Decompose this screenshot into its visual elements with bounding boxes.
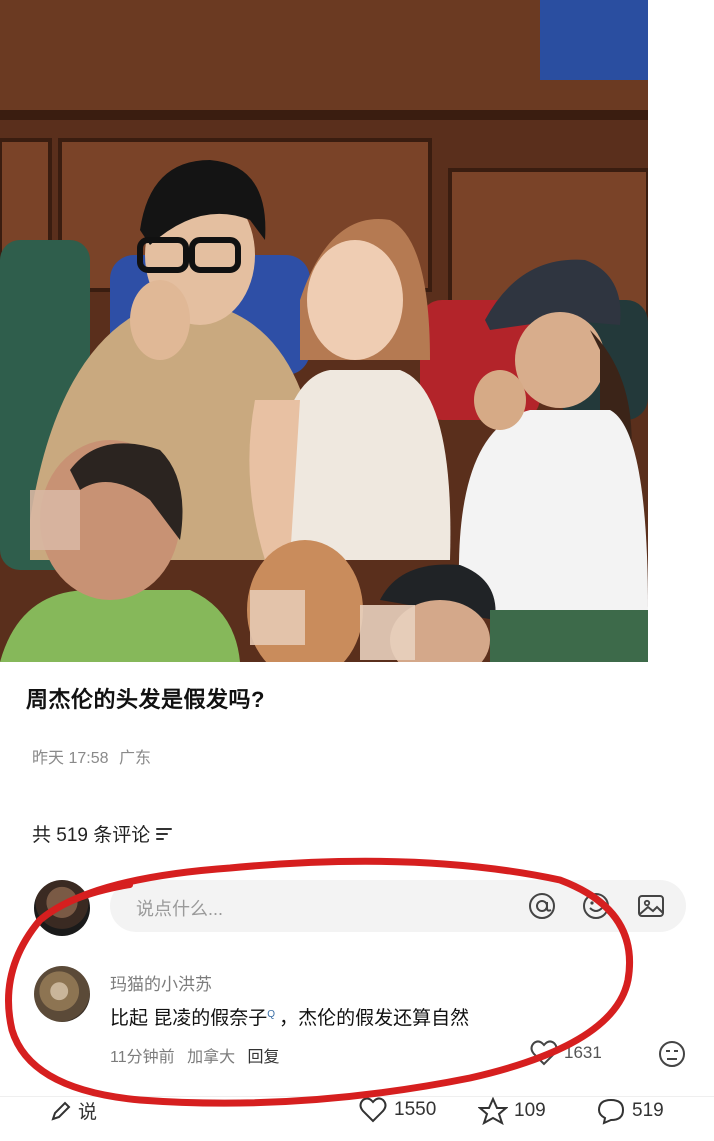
post-date: 昨天 17:58	[32, 750, 109, 767]
post-photo[interactable]	[0, 0, 648, 662]
comment-count-header[interactable]: 共 519 条评论	[32, 820, 173, 847]
search-link[interactable]: 昆凌的假奈子	[153, 1008, 267, 1029]
comment-text-prefix: 比起	[110, 1008, 154, 1029]
comment-time: 11分钟前	[110, 1049, 175, 1066]
bottom-comment-input[interactable]: 说	[50, 1097, 97, 1124]
comment-text: 比起 昆凌的假奈子Q ，杰伦的假发还算自然	[110, 1003, 469, 1030]
comment-meta: 11分钟前 加拿大 回复	[110, 1043, 288, 1067]
bottom-comment-button[interactable]: 519	[596, 1097, 664, 1125]
comment-text-suffix: ，杰伦的假发还算自然	[279, 1008, 470, 1029]
comment-bubble-icon	[597, 1098, 625, 1125]
bottom-like-button[interactable]: 1550	[358, 1097, 436, 1123]
pencil-icon	[51, 1101, 71, 1121]
post-location: 广东	[118, 750, 151, 767]
search-link-icon[interactable]: Q	[267, 1009, 275, 1020]
bottom-star-count: 109	[514, 1100, 546, 1121]
heart-icon	[359, 1097, 387, 1123]
comment-input[interactable]: 说点什么...	[110, 880, 686, 932]
comment-like-button[interactable]: 1631	[530, 1040, 602, 1066]
image-icon[interactable]	[636, 891, 666, 921]
mention-icon[interactable]	[527, 891, 557, 921]
comment-input-placeholder: 说点什么...	[136, 899, 224, 919]
dislike-icon[interactable]	[658, 1040, 686, 1068]
comment-count-label: 共 519 条评论	[32, 825, 151, 846]
bottom-action-bar: 说 1550 109 519	[0, 1096, 714, 1141]
star-icon	[478, 1097, 508, 1125]
emoji-icon[interactable]	[581, 891, 611, 921]
bottom-comment-count: 519	[632, 1100, 664, 1121]
commenter-username[interactable]: 玛猫的小洪苏	[110, 970, 212, 995]
commenter-avatar[interactable]	[34, 966, 90, 1022]
bottom-star-button[interactable]: 109	[478, 1097, 546, 1125]
comment-location: 加拿大	[187, 1049, 236, 1066]
bottom-comment-label: 说	[78, 1102, 98, 1123]
reply-button[interactable]: 回复	[248, 1049, 280, 1066]
current-user-avatar	[34, 880, 90, 936]
post-meta: 昨天 17:58 广东	[32, 744, 157, 768]
heart-icon	[530, 1040, 558, 1066]
bottom-like-count: 1550	[394, 1099, 437, 1120]
post-title: 周杰伦的头发是假发吗?	[26, 687, 265, 712]
comment-like-count: 1631	[564, 1043, 602, 1062]
sort-icon[interactable]	[156, 827, 173, 841]
